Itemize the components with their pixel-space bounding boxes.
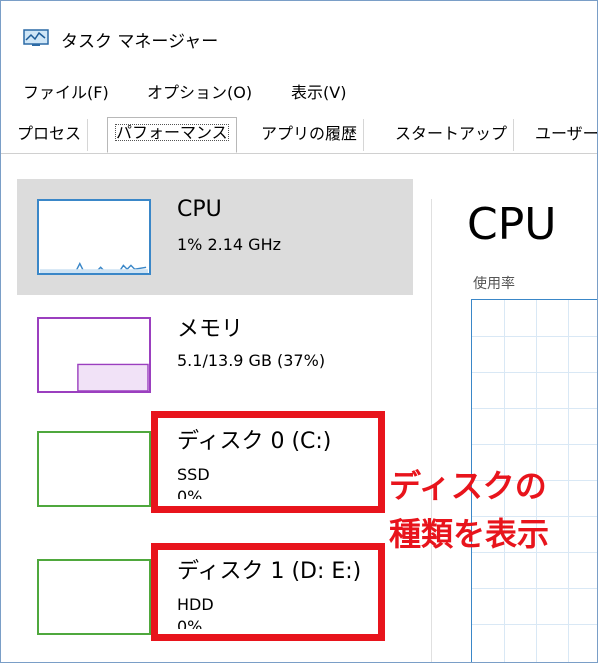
tab-app-history[interactable]: アプリの履歴 [255,119,365,151]
menu-options[interactable]: オプション(O) [147,79,252,103]
grid-line [472,444,597,445]
tab-performance[interactable]: パフォーマンス [107,117,237,153]
grid-line [472,588,597,589]
resource-item-memory[interactable]: メモリ 5.1/13.9 GB (37%) [17,297,413,413]
tab-label: ユーザー [535,124,598,143]
cpu-thumbnail-graph [37,199,151,275]
annotation-text-line2: 種類を表示 [389,515,550,553]
tab-label: パフォーマンス [114,123,229,142]
resource-item-cpu[interactable]: CPU 1% 2.14 GHz [17,179,413,295]
tab-processes[interactable]: プロセス [11,119,89,151]
task-manager-window: タスク マネージャー ファイル(F) オプション(O) 表示(V) プロセス パ… [0,0,598,663]
annotation-text-line1: ディスクの [389,467,547,505]
resource-detail: 1% 2.14 GHz [177,235,282,254]
tab-startup[interactable]: スタートアップ [389,119,515,151]
grid-line [472,408,597,409]
tab-users[interactable]: ユーザー [529,119,598,151]
window-title: タスク マネージャー [61,32,219,52]
menu-view[interactable]: 表示(V) [291,79,346,103]
highlight-box-disk-1 [151,543,385,641]
tab-bar: プロセス パフォーマンス アプリの履歴 スタートアップ ユーザー [1,109,597,154]
menu-file[interactable]: ファイル(F) [23,79,109,103]
task-manager-icon [23,29,49,46]
title-bar: タスク マネージャー [1,1,597,63]
grid-line [472,336,597,337]
tab-label: アプリの履歴 [261,124,358,143]
disk-1-thumbnail-graph [37,559,151,635]
usage-label: 使用率 [473,276,515,292]
tab-label: スタートアップ [395,124,508,143]
memory-thumbnail-graph [37,317,151,393]
highlight-box-disk-0 [151,411,385,513]
grid-line [472,372,597,373]
resource-name: メモリ [177,317,244,342]
disk-0-thumbnail-graph [37,431,151,507]
detail-title: CPU [467,199,557,250]
grid-line [568,300,569,662]
resource-detail: 5.1/13.9 GB (37%) [177,351,326,370]
resource-name: CPU [177,197,222,222]
tab-label: プロセス [17,124,82,143]
grid-line [472,624,597,625]
panel-divider[interactable] [431,199,432,662]
